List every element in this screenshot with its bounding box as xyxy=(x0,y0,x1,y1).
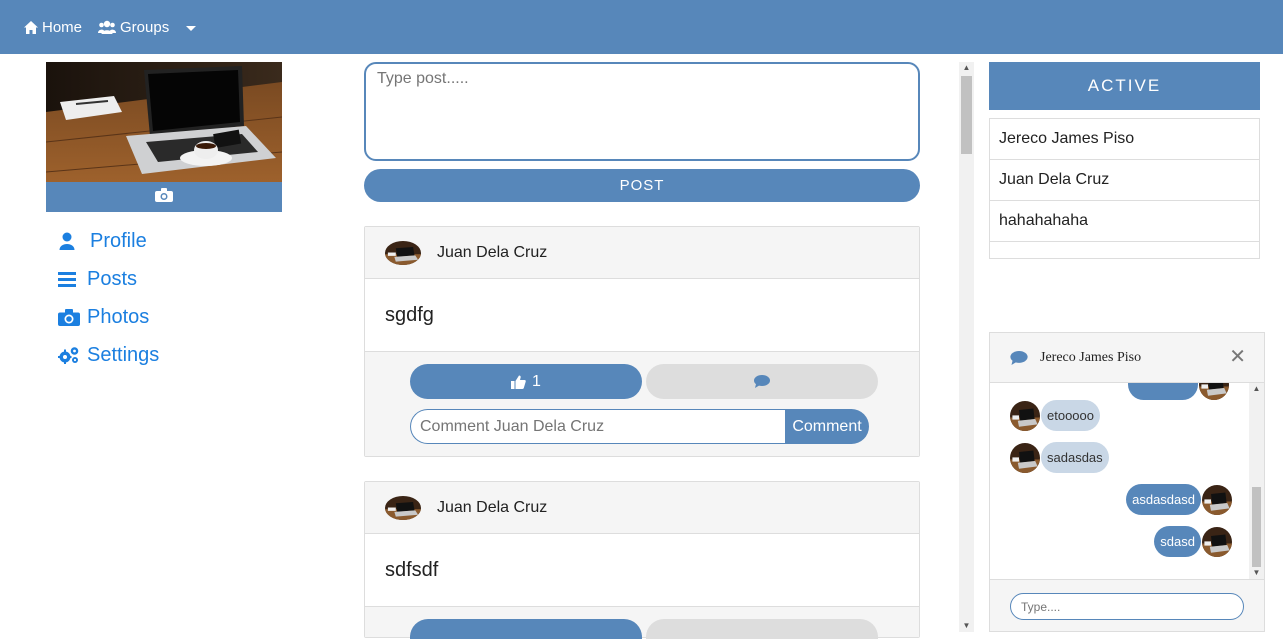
like-button[interactable]: 1 xyxy=(410,364,642,399)
active-user-item[interactable]: Jereco James Piso xyxy=(990,119,1259,160)
sidebar-item-label: Photos xyxy=(87,305,150,328)
nav-groups-link[interactable]: Groups xyxy=(98,0,169,54)
comment-submit-button[interactable]: Comment xyxy=(785,409,869,444)
post-header: Juan Dela Cruz xyxy=(365,482,919,534)
top-navbar: Home Groups xyxy=(0,0,1283,54)
profile-side-menu: Profile Posts Photos Settings xyxy=(58,222,159,374)
post-author[interactable]: Juan Dela Cruz xyxy=(437,244,547,262)
post-header: Juan Dela Cruz xyxy=(365,227,919,279)
avatar xyxy=(1010,442,1040,473)
sidebar-item-photos[interactable]: Photos xyxy=(58,298,159,336)
avatar xyxy=(1199,383,1229,400)
message-text: etooooo xyxy=(1041,400,1100,431)
home-icon xyxy=(24,20,38,34)
sidebar-item-label: Settings xyxy=(87,343,160,366)
avatar xyxy=(1010,400,1040,431)
chat-window: Jereco James Piso ✕ etooooo sadasdas asd… xyxy=(989,332,1265,632)
close-icon[interactable]: ✕ xyxy=(1229,347,1246,367)
camera-icon xyxy=(155,187,173,207)
sidebar-item-label: Posts xyxy=(87,267,138,290)
sidebar-item-posts[interactable]: Posts xyxy=(58,260,159,298)
chat-footer xyxy=(990,579,1264,631)
scrollbar-thumb[interactable] xyxy=(961,76,972,154)
active-user-item[interactable]: hahahahaha xyxy=(990,201,1259,242)
feed-scrollbar[interactable]: ▲ ▼ xyxy=(959,62,974,632)
post-card: Juan Dela Cruz sgdfg 1 Comment xyxy=(364,226,920,457)
avatar xyxy=(385,240,421,265)
bars-icon xyxy=(58,271,84,287)
chat-message-incoming: etooooo xyxy=(1010,400,1100,431)
avatar xyxy=(1202,484,1232,515)
nav-dropdown-toggle[interactable] xyxy=(186,0,196,54)
message-text: asdasdasd xyxy=(1126,484,1201,515)
thumbs-up-icon xyxy=(511,375,526,389)
post-button[interactable]: POST xyxy=(364,169,920,202)
avatar xyxy=(1202,526,1232,557)
scroll-up-arrow-icon[interactable]: ▲ xyxy=(959,62,974,74)
chat-message-outgoing: asdasdasd xyxy=(1126,484,1232,515)
user-icon xyxy=(58,232,84,250)
chat-messages: etooooo sadasdas asdasdasd sdasd xyxy=(990,383,1264,579)
show-comments-button[interactable] xyxy=(646,364,878,399)
chat-scrollbar[interactable]: ▲ ▼ xyxy=(1249,383,1264,579)
sidebar-item-label: Profile xyxy=(90,229,147,252)
message-text: sadasdas xyxy=(1041,442,1109,473)
active-users-title: ACTIVE xyxy=(989,62,1260,110)
post-content: sdfsdf xyxy=(365,534,919,607)
caret-down-icon xyxy=(186,19,196,36)
change-cover-button[interactable] xyxy=(46,182,282,212)
chat-message-outgoing: sdasd xyxy=(1154,526,1232,557)
nav-home-label: Home xyxy=(42,18,83,36)
comment-input[interactable] xyxy=(410,409,788,444)
profile-cover-photo xyxy=(46,62,282,212)
cogs-icon xyxy=(58,346,84,364)
like-count: 1 xyxy=(532,372,541,390)
chat-bubble-icon xyxy=(1010,350,1028,365)
chat-message-outgoing xyxy=(1128,383,1229,400)
sidebar-item-profile[interactable]: Profile xyxy=(58,222,159,260)
post-card: Juan Dela Cruz sdfsdf xyxy=(364,481,920,639)
users-icon xyxy=(98,20,116,34)
scroll-down-arrow-icon[interactable]: ▼ xyxy=(959,620,974,632)
sidebar-item-settings[interactable]: Settings xyxy=(58,336,159,374)
post-author[interactable]: Juan Dela Cruz xyxy=(437,499,547,517)
chat-message-incoming: sadasdas xyxy=(1010,442,1109,473)
scroll-up-arrow-icon[interactable]: ▲ xyxy=(1249,383,1264,395)
like-button[interactable] xyxy=(410,619,642,639)
nav-groups-label: Groups xyxy=(120,18,170,36)
post-content: sgdfg xyxy=(365,279,919,352)
comment-icon xyxy=(754,375,770,388)
message-text: sdasd xyxy=(1154,526,1201,557)
show-comments-button[interactable] xyxy=(646,619,878,639)
scrollbar-thumb[interactable] xyxy=(1252,487,1261,567)
scroll-down-arrow-icon[interactable]: ▼ xyxy=(1249,567,1264,579)
camera-icon xyxy=(58,308,84,326)
nav-home-link[interactable]: Home xyxy=(24,0,82,54)
chat-message-input[interactable] xyxy=(1010,593,1244,620)
post-footer xyxy=(365,607,919,639)
post-footer: 1 Comment xyxy=(365,352,919,456)
post-input[interactable] xyxy=(364,62,920,161)
avatar xyxy=(385,495,421,520)
active-users-list: Jereco James Piso Juan Dela Cruz hahahah… xyxy=(989,118,1260,259)
chat-header: Jereco James Piso ✕ xyxy=(990,333,1264,383)
active-user-item[interactable]: Juan Dela Cruz xyxy=(990,160,1259,201)
chat-contact-name: Jereco James Piso xyxy=(1040,349,1142,365)
